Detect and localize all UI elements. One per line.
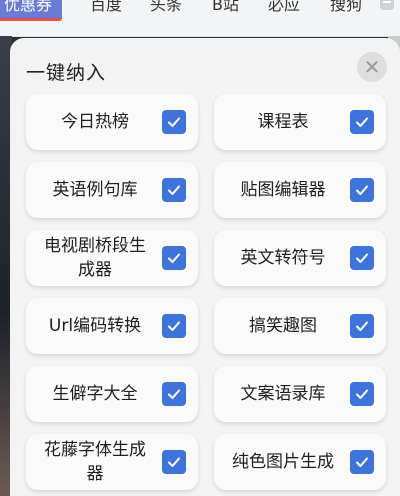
checkbox-checked[interactable] — [162, 178, 186, 202]
checkbox-checked[interactable] — [162, 314, 186, 338]
checkmark-icon — [356, 185, 368, 195]
checkbox-checked[interactable] — [350, 382, 374, 406]
bg-tab-toutiao[interactable]: 头条 — [150, 0, 182, 18]
checkbox-checked[interactable] — [162, 246, 186, 270]
checkmark-icon — [168, 321, 180, 331]
sheet-title: 一键纳入 — [26, 62, 107, 84]
tool-tile-label: 英文转符号 — [240, 248, 326, 268]
checkbox-checked[interactable] — [350, 178, 374, 202]
checkbox-checked[interactable] — [162, 110, 186, 134]
checkmark-icon — [168, 185, 180, 195]
checkmark-icon — [168, 253, 180, 263]
checkmark-icon — [168, 457, 180, 467]
checkbox-checked[interactable] — [162, 382, 186, 406]
quick-add-sheet: 一键纳入 ✕ 今日热榜 课程表英语例句库 贴图编辑器电视剧桥段生成器 英文转符号 Url… — [10, 38, 400, 496]
checkbox-checked[interactable] — [350, 110, 374, 134]
tool-tile-label: 花藤字体生成器 — [44, 440, 146, 484]
menu-icon[interactable] — [380, 0, 394, 10]
tool-tile[interactable]: 搞笑趣图 — [214, 298, 386, 354]
bg-tab-coupon[interactable]: 优惠券 — [0, 0, 63, 21]
checkmark-icon — [356, 321, 368, 331]
checkbox-checked[interactable] — [350, 314, 374, 338]
tool-tile[interactable]: 纯色图片生成 — [214, 434, 386, 490]
tool-tile-label: 搞笑趣图 — [249, 316, 317, 336]
tool-tile-label: 英语例句库 — [52, 180, 138, 200]
bg-tab-bilibili[interactable]: B站 — [212, 0, 239, 18]
tool-tile-label: Url编码转换 — [48, 316, 142, 336]
checkmark-icon — [356, 117, 368, 127]
tool-tile[interactable]: 贴图编辑器 — [214, 162, 386, 218]
tool-tile[interactable]: 花藤字体生成器 — [26, 434, 198, 490]
tool-tile[interactable]: 文案语录库 — [214, 366, 386, 422]
tool-tile[interactable]: 生僻字大全 — [26, 366, 198, 422]
tool-tile[interactable]: 英语例句库 — [26, 162, 198, 218]
bg-tab-sogou[interactable]: 搜狗 — [330, 0, 362, 18]
tool-tile-label: 课程表 — [257, 112, 309, 132]
tool-tile[interactable]: 英文转符号 — [214, 230, 386, 286]
tool-tile[interactable]: 课程表 — [214, 94, 386, 150]
tool-tile-label: 今日热榜 — [61, 112, 129, 132]
bg-tab-baidu[interactable]: 百度 — [90, 0, 122, 18]
checkmark-icon — [168, 389, 180, 399]
checkmark-icon — [356, 253, 368, 263]
tool-tile-label: 文案语录库 — [240, 384, 326, 404]
background-tab-bar: 优惠券 百度 头条 B站 必应 搜狗 — [0, 0, 400, 37]
checkbox-checked[interactable] — [162, 450, 186, 474]
tool-tile-label: 生僻字大全 — [52, 384, 138, 404]
tool-tile-label: 纯色图片生成 — [232, 452, 334, 472]
tool-tile[interactable]: 电视剧桥段生成器 — [26, 230, 198, 286]
tool-tile[interactable]: Url编码转换 — [26, 298, 198, 354]
tool-tile-label: 贴图编辑器 — [240, 180, 326, 200]
bg-tab-bing[interactable]: 必应 — [268, 0, 300, 18]
checkbox-checked[interactable] — [350, 450, 374, 474]
tool-tile[interactable]: 今日热榜 — [26, 94, 198, 150]
checkbox-checked[interactable] — [350, 246, 374, 270]
checkmark-icon — [356, 389, 368, 399]
tool-tile-label: 电视剧桥段生成器 — [44, 236, 146, 280]
checkmark-icon — [168, 117, 180, 127]
close-icon: ✕ — [363, 55, 381, 79]
checkmark-icon — [356, 457, 368, 467]
close-button[interactable]: ✕ — [357, 52, 387, 82]
